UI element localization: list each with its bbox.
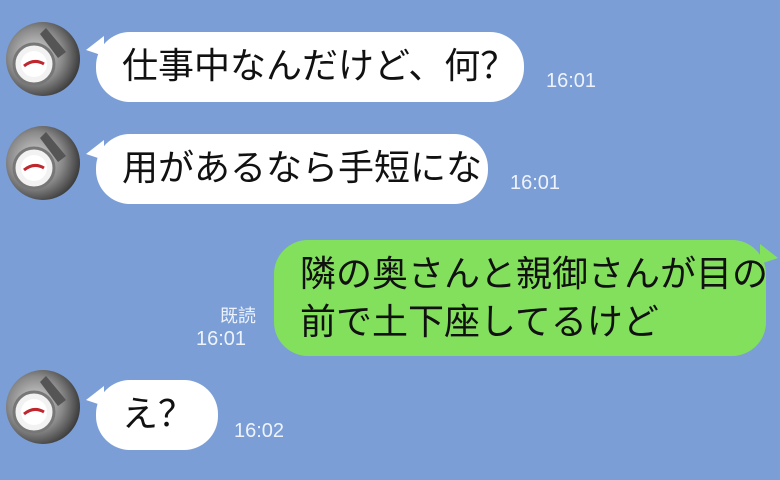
message-bubble-incoming[interactable]: え？	[96, 380, 218, 450]
message-text: 仕事中なんだけど、何？	[122, 46, 517, 87]
message-time: 16:02	[234, 420, 285, 442]
message-text: 用があるなら手短にな	[122, 148, 483, 189]
message-time: 16:01	[546, 70, 597, 92]
read-receipt: 既読	[220, 306, 256, 327]
message-bubble-incoming[interactable]: 用があるなら手短にな	[96, 134, 488, 204]
chat-log: 仕事中なんだけど、何？ 16:01 用があるなら手短にな 16:01 既読 16…	[0, 0, 780, 480]
bottle-cap-avatar-icon	[12, 376, 66, 434]
message-bubble-incoming[interactable]: 仕事中なんだけど、何？	[96, 32, 524, 102]
sender-avatar[interactable]	[6, 370, 80, 444]
message-time: 16:01	[196, 328, 247, 350]
bubble-tail	[760, 244, 778, 264]
message-text-line: 前で土下座してるけど	[300, 302, 659, 343]
message-time: 16:01	[510, 172, 561, 194]
sender-avatar[interactable]	[6, 22, 80, 96]
message-text: え？	[122, 394, 195, 435]
message-text-line: 隣の奥さんと親御さんが目の	[300, 254, 769, 295]
bottle-cap-avatar-icon	[12, 28, 66, 86]
message-bubble-outgoing[interactable]: 隣の奥さんと親御さんが目の 前で土下座してるけど	[274, 240, 769, 356]
bottle-cap-avatar-icon	[12, 132, 66, 190]
sender-avatar[interactable]	[6, 126, 80, 200]
